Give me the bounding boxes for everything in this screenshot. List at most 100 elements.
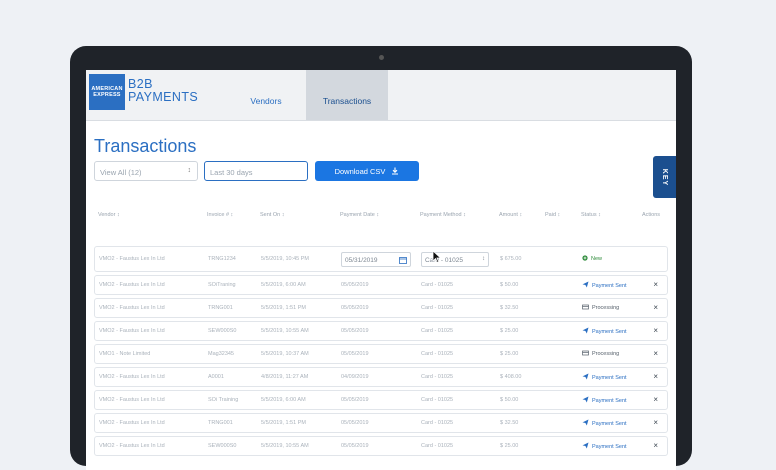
date-range-input[interactable]: Last 30 days [204,161,308,181]
amount-cell: $ 25.00 [500,328,519,334]
view-filter-select[interactable]: View All (12) ↕ [94,161,198,181]
download-csv-label: Download CSV [334,166,386,176]
paper-plane-icon [582,396,589,405]
table-row[interactable]: VMO2 - Faustus Lex In Ltd TRNG001 5/5/2019… [94,298,668,318]
payment-date-cell: 05/05/2019 [341,305,369,311]
page-title: Transactions [94,136,197,156]
key-tab-label: KEY [661,168,668,186]
close-icon[interactable]: × [653,349,658,358]
sent-on-cell: 5/5/2019, 1:51 PM [261,305,306,311]
col-payment-method[interactable]: Payment Method ↕ [420,212,466,218]
paper-plane-icon [582,327,589,336]
status-label: Processing [592,305,620,311]
invoice-cell: TRNG1234 [208,256,236,262]
invoice-cell: Mag32345 [208,351,234,357]
payment-method-value: Card - 01025 [425,257,463,264]
status-badge: Processing [582,304,619,312]
payment-method-cell: Card - 01025 [421,374,454,380]
date-range-placeholder: Last 30 days [210,168,253,177]
payment-date-cell: 05/05/2019 [341,282,369,288]
payment-method-cell: Card - 01025 [421,282,454,288]
amount-cell: $ 50.00 [500,397,519,403]
payment-date-cell: 05/05/2019 [341,351,369,357]
table-row[interactable]: VMO2 - Faustus Lex In Ltd SOi Training 5/5… [94,390,668,410]
sent-on-cell: 5/5/2019, 6:00 AM [261,397,306,403]
logo-line-2: EXPRESS [93,92,121,98]
invoice-cell: TRNG001 [208,305,233,311]
status-label: Payment Sent [592,397,627,404]
plus-circle-icon [582,255,588,263]
paper-plane-icon [582,373,589,382]
status-badge: Payment Sent [582,327,627,336]
invoice-cell: SEW000S0 [208,328,237,334]
table-row[interactable]: VMO2 - Faustus Lex In Ltd SEW000S0 5/5/201… [94,321,668,341]
tab-vendors[interactable]: Vendors [226,70,306,120]
status-badge: Processing [582,350,619,358]
payment-date-cell: 05/05/2019 [341,420,369,426]
close-icon[interactable]: × [653,441,658,450]
select-arrows-icon: ↕ [187,167,192,174]
payment-method-cell: Card - 01025 [421,351,454,357]
status-badge: Payment Sent [582,442,627,451]
status-label: Payment Sent [592,282,627,289]
close-icon[interactable]: × [653,418,658,427]
close-icon[interactable]: × [653,303,658,312]
status-badge: Payment Sent [582,419,627,428]
close-icon[interactable]: × [653,326,658,335]
status-label: Payment Sent [592,443,627,450]
col-paid[interactable]: Paid ↕ [545,212,560,218]
camera-dot [379,55,384,60]
close-icon[interactable]: × [653,280,658,289]
col-amount[interactable]: Amount ↕ [499,212,522,218]
invoice-cell: TRNG001 [208,420,233,426]
invoice-cell: SOi Training [208,397,239,403]
table-row[interactable]: VMO2 - Faustus Lex In Ltd TRNG001 5/5/2019… [94,413,668,433]
tab-transactions[interactable]: Transactions [306,70,388,120]
status-label: Payment Sent [592,374,627,381]
amount-cell: $ 50.00 [500,282,519,288]
table-row[interactable]: VMO2 - Faustus Lex In Ltd SOiTraning 5/5/2… [94,275,668,295]
payment-date-cell: 05/05/2019 [341,397,369,403]
paper-plane-icon [582,442,589,451]
vendor-cell: VMO2 - Faustus Lex In Ltd [99,328,165,334]
sent-on-cell: 5/5/2019, 10:55 AM [261,328,309,334]
vendor-cell: VMO2 - Faustus Lex In Ltd [99,256,165,262]
payment-date-cell: 05/05/2019 [341,328,369,334]
sent-on-cell: 5/5/2019, 10:37 AM [261,351,309,357]
status-label: Processing [592,351,620,357]
vendor-cell: VMO2 - Faustus Lex In Ltd [99,443,165,449]
key-tab[interactable]: KEY [653,156,676,198]
sent-on-cell: 5/5/2019, 10:45 PM [261,256,310,262]
col-sent-on[interactable]: Sent On ↕ [260,212,284,218]
paper-plane-icon [582,281,589,290]
col-invoice[interactable]: Invoice # ↕ [207,212,233,218]
brand-name: B2B PAYMENTS [128,78,198,104]
payment-method-cell: Card - 01025 [421,443,454,449]
invoice-cell: SEW000S0 [208,443,237,449]
table-row[interactable]: VMO1 - Note Limited Mag32345 5/5/2019, 10:… [94,344,668,364]
sent-on-cell: 4/8/2019, 11:27 AM [261,374,309,380]
sent-on-cell: 5/5/2019, 10:55 AM [261,443,309,449]
col-actions: Actions [642,212,661,218]
status-label: Payment Sent [592,328,627,335]
col-vendor[interactable]: Vendor ↕ [98,212,120,218]
table-row[interactable]: VMO2 - Faustus Lex In Ltd A0001 4/8/2019, … [94,367,668,387]
close-icon[interactable]: × [653,395,658,404]
table-row[interactable]: VMO2 - Faustus Lex In Ltd TRNG1234 5/5/201… [94,246,668,272]
sent-on-cell: 5/5/2019, 1:51 PM [261,420,306,426]
close-icon[interactable]: × [653,372,658,381]
table-row[interactable]: VMO2 - Faustus Lex In Ltd SEW000S0 5/5/201… [94,436,668,456]
col-payment-date[interactable]: Payment Date ↕ [340,212,379,218]
sent-on-cell: 5/5/2019, 6:00 AM [261,282,306,288]
paper-plane-icon [582,419,589,428]
payment-date-input[interactable]: 05/31/2019 [341,252,411,267]
vendor-cell: VMO2 - Faustus Lex In Ltd [99,305,165,311]
payment-method-cell: Card - 01025 [421,420,454,426]
calendar-icon[interactable] [399,256,407,266]
processing-icon [582,304,589,312]
vendor-cell: VMO2 - Faustus Lex In Ltd [99,420,165,426]
col-status[interactable]: Status ↕ [581,212,601,218]
brand-line-2: PAYMENTS [128,90,199,104]
payment-date-value: 05/31/2019 [345,257,378,264]
download-csv-button[interactable]: Download CSV [315,161,419,181]
